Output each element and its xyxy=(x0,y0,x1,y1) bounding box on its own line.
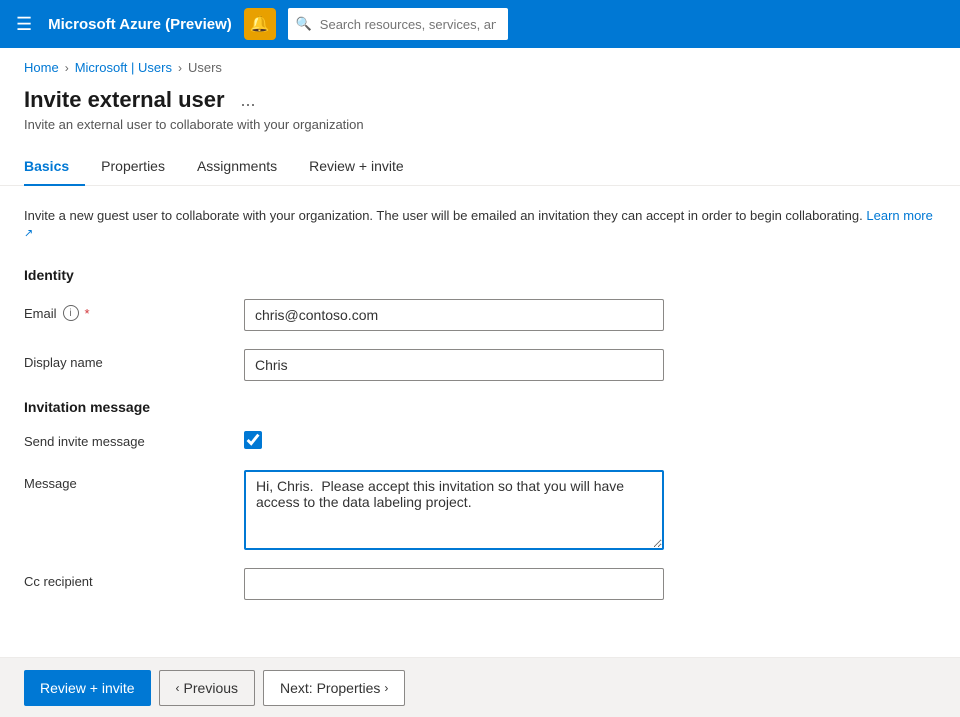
bottom-bar: Review + invite ‹ Previous Next: Propert… xyxy=(0,657,960,717)
breadcrumb-current: Users xyxy=(188,60,222,75)
review-invite-button[interactable]: Review + invite xyxy=(24,670,151,706)
send-invite-checkbox[interactable] xyxy=(244,431,262,449)
email-info-icon[interactable]: i xyxy=(63,305,79,321)
page-title: Invite external user xyxy=(24,87,225,113)
search-wrapper: 🔍 xyxy=(288,8,808,40)
email-input[interactable] xyxy=(244,299,664,331)
chevron-left-icon: ‹ xyxy=(176,681,180,695)
breadcrumb-microsoft-users[interactable]: Microsoft | Users xyxy=(75,60,172,75)
breadcrumb: Home › Microsoft | Users › Users xyxy=(0,48,960,75)
email-input-wrapper xyxy=(244,299,664,331)
main-content: Home › Microsoft | Users › Users Invite … xyxy=(0,48,960,657)
email-label: Email i * xyxy=(24,299,244,321)
email-field-row: Email i * xyxy=(24,299,936,331)
info-text: Invite a new guest user to collaborate w… xyxy=(24,206,936,247)
cc-recipient-input-wrapper xyxy=(244,568,664,600)
cc-recipient-input[interactable] xyxy=(244,568,664,600)
tabs: Basics Properties Assignments Review + i… xyxy=(0,132,960,186)
cc-recipient-label: Cc recipient xyxy=(24,568,244,589)
tab-basics[interactable]: Basics xyxy=(24,148,85,186)
display-name-field-row: Display name xyxy=(24,349,936,381)
send-invite-checkbox-wrapper xyxy=(244,431,262,452)
more-options-button[interactable]: ... xyxy=(235,88,262,113)
page-subtitle: Invite an external user to collaborate w… xyxy=(24,117,936,132)
tab-properties[interactable]: Properties xyxy=(85,148,181,186)
hamburger-icon[interactable]: ☰ xyxy=(12,10,36,39)
identity-heading: Identity xyxy=(24,267,936,283)
display-name-input-wrapper xyxy=(244,349,664,381)
email-required: * xyxy=(85,306,90,321)
previous-button[interactable]: ‹ Previous xyxy=(159,670,255,706)
tab-review-invite[interactable]: Review + invite xyxy=(293,148,420,186)
breadcrumb-sep-2: › xyxy=(178,61,182,75)
breadcrumb-home[interactable]: Home xyxy=(24,60,59,75)
app-title: Microsoft Azure (Preview) xyxy=(48,16,232,33)
next-button[interactable]: Next: Properties › xyxy=(263,670,405,706)
tab-assignments[interactable]: Assignments xyxy=(181,148,293,186)
search-input[interactable] xyxy=(288,8,508,40)
form-section: Invite a new guest user to collaborate w… xyxy=(0,186,960,638)
display-name-input[interactable] xyxy=(244,349,664,381)
message-field-row: Message Hi, Chris. Please accept this in… xyxy=(24,470,936,550)
invitation-message-heading: Invitation message xyxy=(24,399,936,415)
chevron-right-icon: › xyxy=(384,681,388,695)
cc-recipient-field-row: Cc recipient xyxy=(24,568,936,600)
send-invite-field-row: Send invite message xyxy=(24,431,936,452)
notifications-icon[interactable]: 🔔 xyxy=(244,8,276,40)
display-name-label: Display name xyxy=(24,349,244,370)
message-label: Message xyxy=(24,470,244,491)
message-textarea[interactable]: Hi, Chris. Please accept this invitation… xyxy=(244,470,664,550)
breadcrumb-sep-1: › xyxy=(65,61,69,75)
send-invite-label: Send invite message xyxy=(24,434,244,449)
page-header: Invite external user ... Invite an exter… xyxy=(0,75,960,132)
top-nav: ☰ Microsoft Azure (Preview) 🔔 🔍 xyxy=(0,0,960,48)
